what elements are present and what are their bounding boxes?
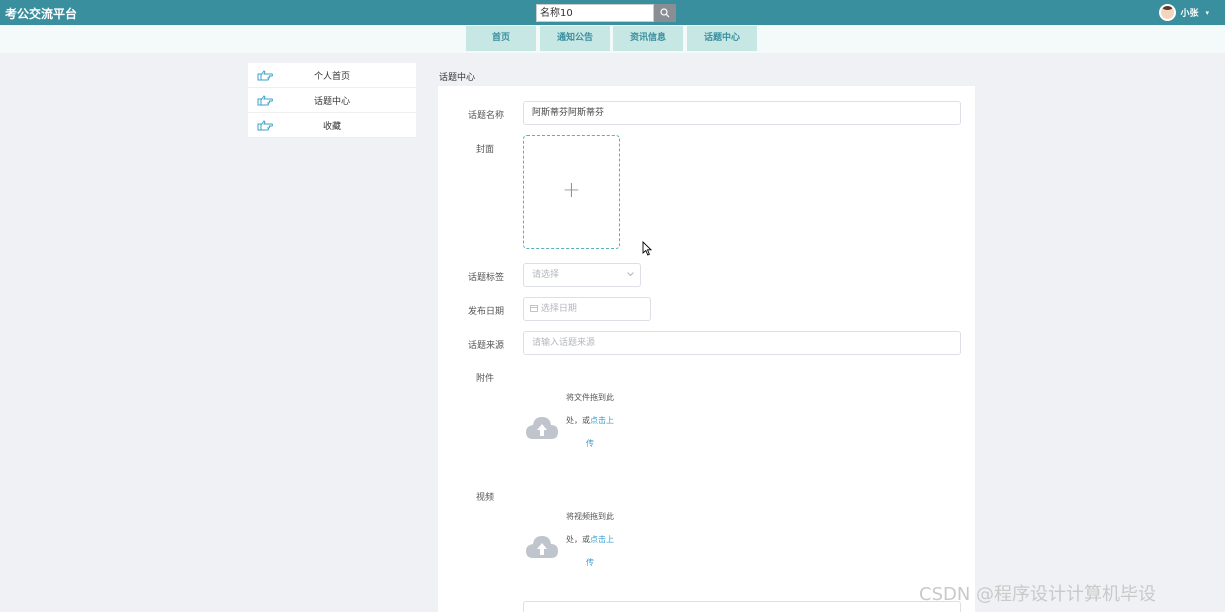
video-click-link-end[interactable]: 传 <box>586 557 594 568</box>
video-drop-text: 将视频拖到此 <box>566 512 614 521</box>
sidebar-item-favorites[interactable]: 收藏 <box>248 113 416 138</box>
nav-home[interactable]: 首页 <box>466 26 536 51</box>
video-click-line: 处，或点击上 <box>566 534 614 545</box>
sidebar-item-label: 收藏 <box>322 122 341 132</box>
attachment-click-link-end[interactable]: 传 <box>586 438 594 449</box>
watermark: CSDN @程序设计计算机毕设 <box>919 584 1157 605</box>
sidebar: 个人首页 话题中心 收藏 <box>248 63 416 138</box>
source-label: 话题来源 <box>468 341 505 351</box>
user-menu[interactable]: 小张 ▾ <box>1159 4 1209 21</box>
nav-bar: 首页 通知公告 资讯信息 话题中心 <box>0 25 1225 53</box>
attachment-label: 附件 <box>476 374 495 384</box>
top-bar: 考公交流平台 名称10 小张 ▾ <box>0 0 1225 25</box>
attachment-or-text: 处，或 <box>566 416 590 425</box>
topic-name-input[interactable]: 阿斯蒂芬阿斯蒂芬 <box>523 101 961 125</box>
video-label: 视频 <box>476 493 495 503</box>
breadcrumb: 话题中心 <box>439 73 476 83</box>
nav-news[interactable]: 资讯信息 <box>613 26 683 51</box>
sidebar-item-label: 话题中心 <box>313 97 350 107</box>
cover-upload[interactable]: + <box>523 135 620 249</box>
mouse-cursor-icon <box>642 241 652 256</box>
attachment-drop-text: 将文件拖到此 <box>566 393 614 402</box>
topic-tag-select[interactable]: 请选择 <box>523 263 641 287</box>
name-label: 话题名称 <box>468 111 505 121</box>
caret-down-icon: ▾ <box>1205 8 1209 17</box>
chevron-down-icon <box>627 272 634 277</box>
attachment-click-line: 处，或点击上 <box>566 415 614 426</box>
search-button[interactable] <box>654 4 676 22</box>
date-placeholder: 选择日期 <box>540 304 577 314</box>
publish-date-input[interactable]: 选择日期 <box>523 297 651 321</box>
nav-topics[interactable]: 话题中心 <box>687 26 757 51</box>
video-click-link[interactable]: 点击上 <box>590 535 614 544</box>
tag-label: 话题标签 <box>468 273 505 283</box>
sidebar-item-topics[interactable]: 话题中心 <box>248 88 416 113</box>
sidebar-item-label: 个人首页 <box>313 72 350 82</box>
video-or-text: 处，或 <box>566 535 590 544</box>
next-field-input[interactable] <box>523 601 961 612</box>
user-name: 小张 <box>1180 9 1199 19</box>
brand-title: 考公交流平台 <box>5 7 78 21</box>
cloud-upload-icon <box>526 536 558 558</box>
search-icon <box>660 8 670 18</box>
nav-notice[interactable]: 通知公告 <box>540 26 610 51</box>
search-input[interactable]: 名称10 <box>536 4 654 22</box>
topic-form: 话题名称 阿斯蒂芬阿斯蒂芬 封面 + 话题标签 请选择 发布日期 选择日期 话题… <box>438 86 975 612</box>
cover-label: 封面 <box>476 145 495 155</box>
date-label: 发布日期 <box>468 307 505 317</box>
calendar-icon <box>530 305 538 312</box>
plus-icon: + <box>562 178 581 203</box>
cloud-upload-icon <box>526 417 558 439</box>
avatar <box>1159 4 1177 21</box>
sidebar-item-profile[interactable]: 个人首页 <box>248 63 416 88</box>
attachment-click-link[interactable]: 点击上 <box>590 416 614 425</box>
topic-source-input[interactable]: 请输入话题来源 <box>523 331 961 355</box>
tag-placeholder: 请选择 <box>532 270 560 280</box>
